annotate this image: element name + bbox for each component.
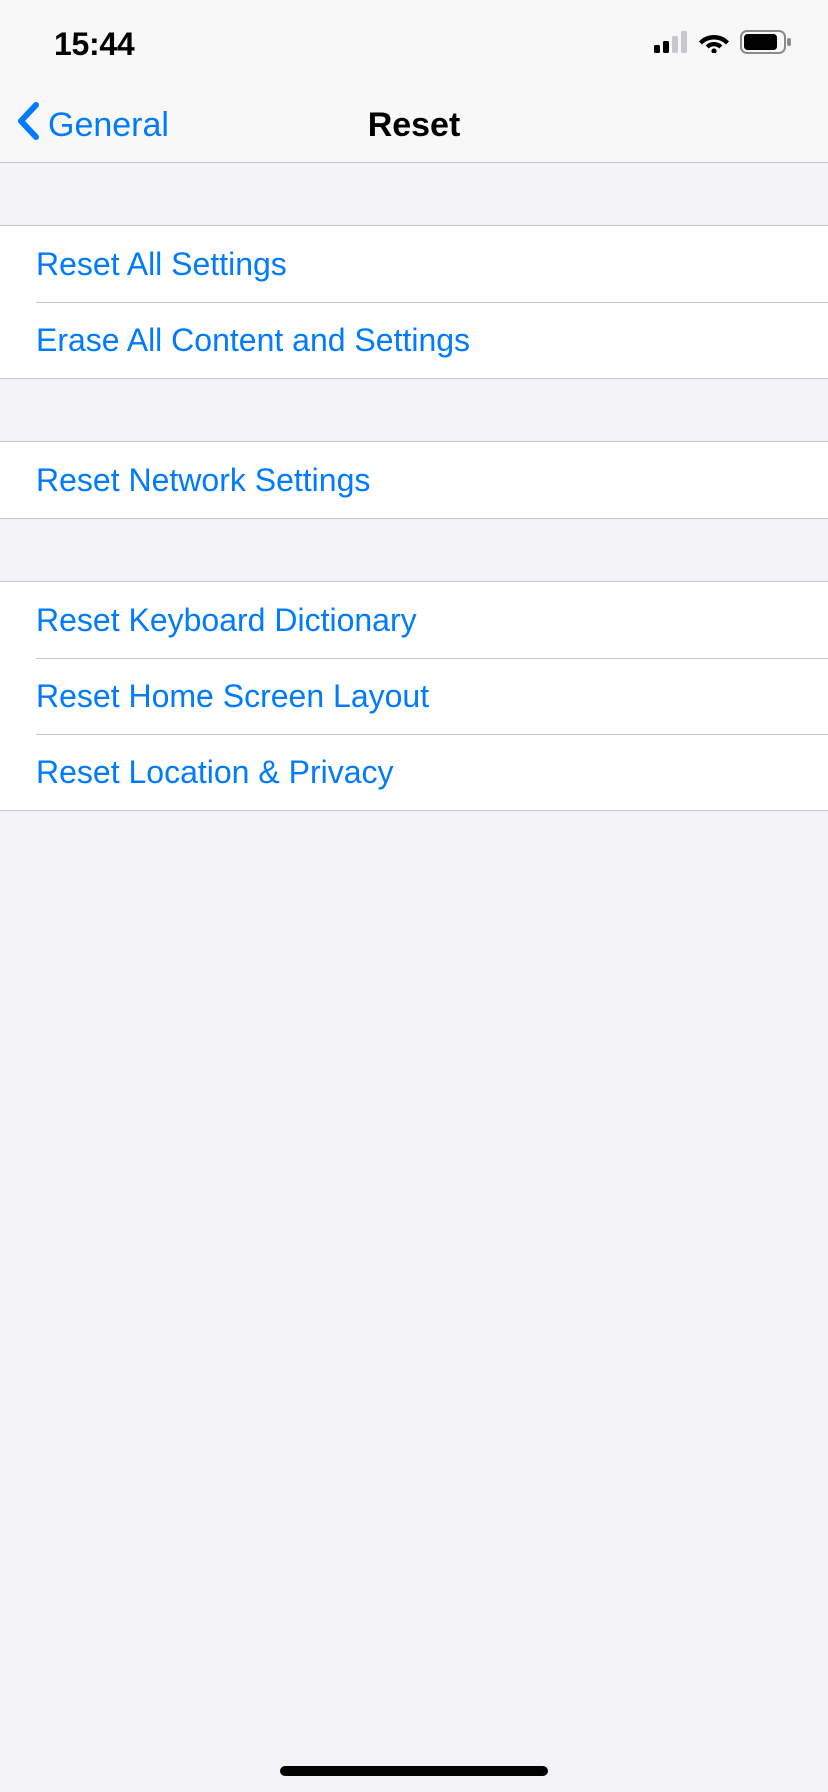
cellular-signal-icon [654, 31, 688, 58]
home-indicator [280, 1766, 548, 1776]
chevron-left-icon [16, 102, 40, 149]
row-label: Erase All Content and Settings [36, 322, 470, 359]
back-button[interactable]: General [0, 102, 169, 149]
reset-all-settings[interactable]: Reset All Settings [0, 226, 828, 302]
content: Reset All Settings Erase All Content and… [0, 163, 828, 811]
row-label: Reset Keyboard Dictionary [36, 602, 417, 639]
status-icons [654, 30, 792, 59]
reset-location-privacy[interactable]: Reset Location & Privacy [0, 734, 828, 810]
back-label: General [48, 106, 169, 145]
group-spacer [0, 163, 828, 225]
row-label: Reset Location & Privacy [36, 754, 394, 791]
group-spacer [0, 519, 828, 581]
group-1: Reset All Settings Erase All Content and… [0, 225, 828, 379]
row-label: Reset All Settings [36, 246, 287, 283]
group-2: Reset Network Settings [0, 441, 828, 519]
status-bar: 15:44 [0, 0, 828, 88]
navigation-bar: General Reset [0, 88, 828, 163]
wifi-icon [698, 31, 730, 58]
row-label: Reset Home Screen Layout [36, 678, 429, 715]
reset-network-settings[interactable]: Reset Network Settings [0, 442, 828, 518]
group-3: Reset Keyboard Dictionary Reset Home Scr… [0, 581, 828, 811]
row-label: Reset Network Settings [36, 462, 370, 499]
erase-all-content-settings[interactable]: Erase All Content and Settings [0, 302, 828, 378]
battery-icon [740, 30, 792, 59]
reset-keyboard-dictionary[interactable]: Reset Keyboard Dictionary [0, 582, 828, 658]
reset-home-screen-layout[interactable]: Reset Home Screen Layout [0, 658, 828, 734]
status-time: 15:44 [54, 26, 134, 63]
group-spacer [0, 379, 828, 441]
